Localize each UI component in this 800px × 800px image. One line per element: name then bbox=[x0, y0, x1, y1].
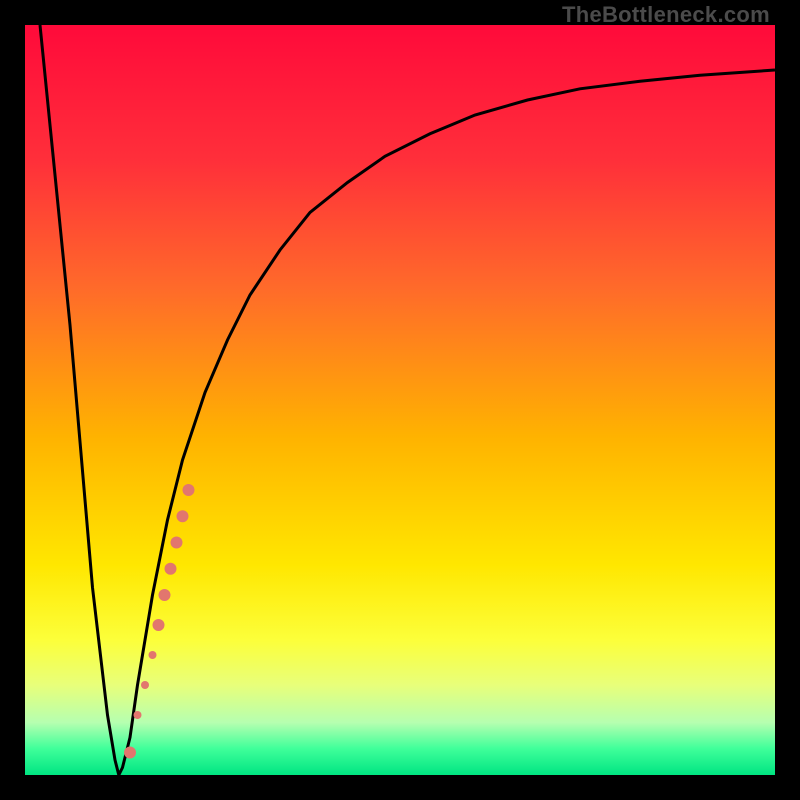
data-marker bbox=[183, 484, 195, 496]
data-marker bbox=[177, 510, 189, 522]
data-marker bbox=[153, 619, 165, 631]
data-marker bbox=[149, 651, 157, 659]
data-marker bbox=[171, 537, 183, 549]
bottleneck-chart bbox=[25, 25, 775, 775]
data-marker bbox=[134, 711, 142, 719]
data-marker bbox=[141, 681, 149, 689]
heat-background bbox=[25, 25, 775, 775]
data-marker bbox=[165, 563, 177, 575]
data-marker bbox=[124, 747, 136, 759]
chart-frame bbox=[25, 25, 775, 775]
data-marker bbox=[159, 589, 171, 601]
